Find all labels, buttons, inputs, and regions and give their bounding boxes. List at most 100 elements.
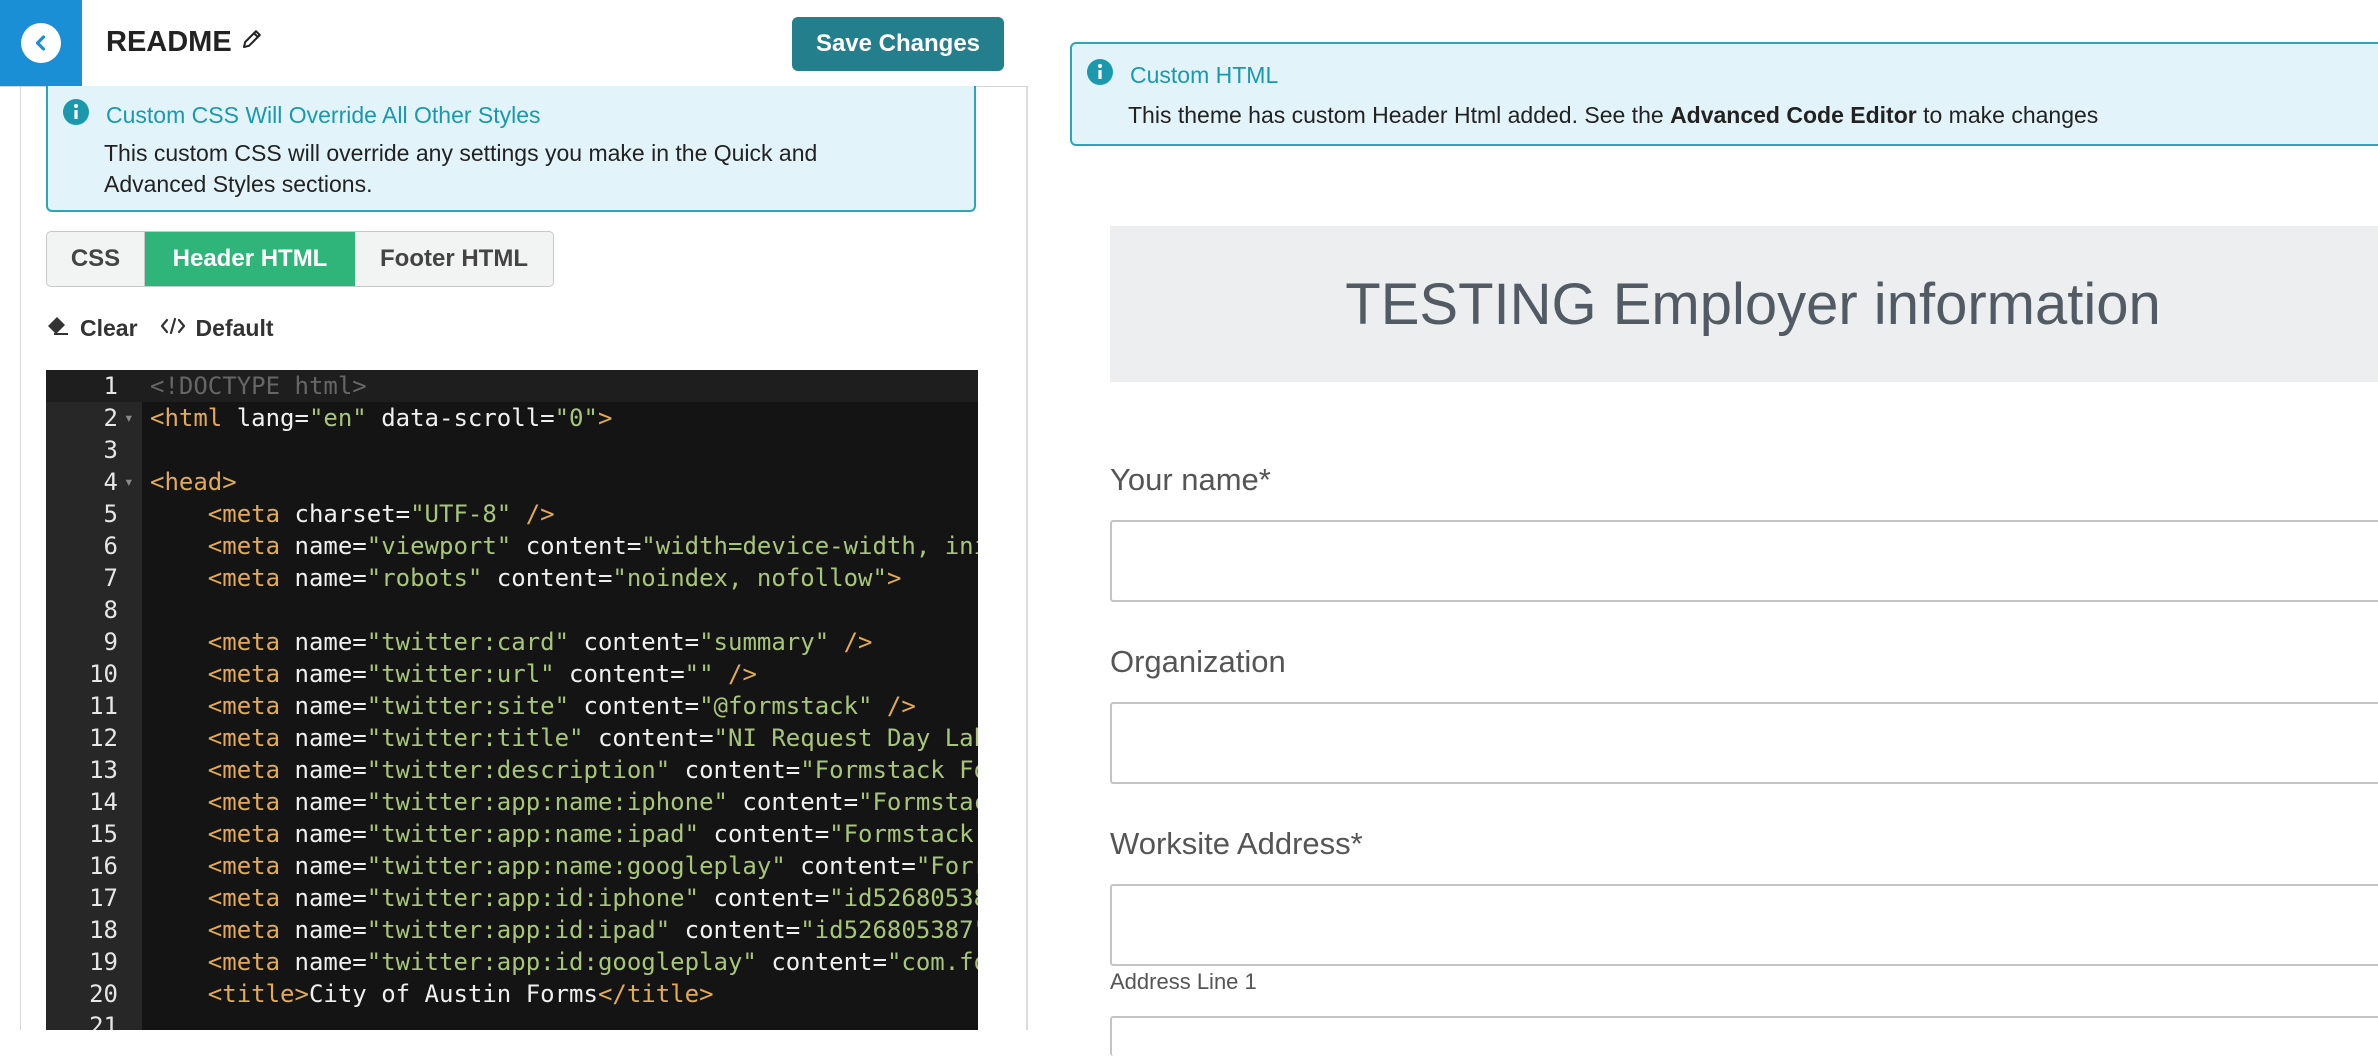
- code-token: charset=: [280, 500, 411, 528]
- code-line: 7 <meta name="robots" content="noindex, …: [46, 562, 978, 594]
- code-token: <!DOCTYPE html>: [150, 372, 367, 400]
- code-token: "summary": [699, 628, 830, 656]
- code-text: <meta name="twitter:url" content="" />: [150, 658, 757, 690]
- code-token: "twitter:description": [366, 756, 671, 784]
- tab-footer-html[interactable]: Footer HTML: [355, 232, 553, 286]
- code-line: 14 <meta name="twitter:app:name:iphone" …: [46, 786, 978, 818]
- code-token: "noindex, nofollow": [612, 564, 887, 592]
- code-line: 17 <meta name="twitter:app:id:iphone" co…: [46, 882, 978, 914]
- line-number: 20: [89, 980, 118, 1008]
- code-token: name=: [280, 948, 367, 976]
- chevron-left-icon: [21, 23, 61, 63]
- address-line-1-input[interactable]: [1110, 884, 2378, 966]
- code-token: name=: [280, 788, 367, 816]
- code-text: <meta name="twitter:app:name:ipad" conte…: [150, 818, 974, 850]
- code-token: <meta: [207, 852, 281, 880]
- field-label-text: Worksite Address: [1110, 826, 1351, 861]
- code-line: 4 ▾ <head>: [46, 466, 978, 498]
- pencil-icon[interactable]: [240, 26, 264, 59]
- css-override-alert: Custom CSS Will Override All Other Style…: [46, 86, 976, 212]
- code-line: 18 <meta name="twitter:app:id:ipad" cont…: [46, 914, 978, 946]
- line-number: 8: [103, 596, 118, 624]
- fold-arrow-icon[interactable]: ▾: [124, 402, 134, 434]
- alert-heading: Custom HTML: [1130, 62, 1279, 88]
- code-token: "Formstack Fo: [800, 756, 978, 784]
- line-number: 12: [89, 724, 118, 752]
- alert-heading: Custom CSS Will Override All Other Style…: [106, 102, 541, 128]
- code-tabs: CSS Header HTML Footer HTML: [46, 231, 554, 287]
- save-changes-button[interactable]: Save Changes: [792, 17, 1004, 71]
- code-icon: [160, 315, 186, 342]
- line-number: 21: [89, 1012, 118, 1030]
- code-token: <html: [150, 404, 223, 432]
- code-token: <title>: [207, 980, 309, 1008]
- code-token: content=: [727, 788, 859, 816]
- code-token: "twitter:url": [366, 660, 555, 688]
- code-token: <meta: [207, 532, 281, 560]
- clear-button[interactable]: Clear: [46, 314, 138, 342]
- code-text: <!DOCTYPE html>: [150, 370, 367, 402]
- default-button[interactable]: Default: [160, 315, 274, 342]
- code-token: name=: [280, 916, 367, 944]
- code-token: content=: [583, 724, 714, 752]
- code-text: <head>: [150, 466, 237, 498]
- code-token: "en": [308, 404, 367, 432]
- code-text: <meta name="twitter:title" content="NI R…: [150, 722, 978, 754]
- code-text: <meta charset="UTF-8" />: [150, 498, 555, 530]
- code-token: <meta: [207, 628, 281, 656]
- code-token: content=: [670, 916, 801, 944]
- code-line: 13 <meta name="twitter:description" cont…: [46, 754, 978, 786]
- code-line: 6 <meta name="viewport" content="width=d…: [46, 530, 978, 562]
- code-text: <meta name="twitter:card" content="summa…: [150, 626, 873, 658]
- code-token: content=: [569, 692, 700, 720]
- tab-css[interactable]: CSS: [47, 232, 145, 286]
- code-token: "UTF-8": [410, 500, 512, 528]
- line-number: 15: [89, 820, 118, 848]
- address-line-2-input[interactable]: [1110, 1016, 2378, 1056]
- code-token: "id52680538: [829, 884, 978, 912]
- code-line: 11 <meta name="twitter:site" content="@f…: [46, 690, 978, 722]
- line-number: 3: [103, 436, 118, 464]
- code-token: <meta: [207, 724, 281, 752]
- line-number: 9: [103, 628, 118, 656]
- code-token: data-scroll=: [366, 404, 555, 432]
- code-token: "twitter:app:id:googleplay": [366, 948, 757, 976]
- code-token: />: [829, 628, 873, 656]
- code-line: 2 ▾ <html lang="en" data-scroll="0">: [46, 402, 978, 434]
- code-token: "Forr: [915, 852, 978, 880]
- code-token: name=: [280, 756, 367, 784]
- back-button[interactable]: [0, 0, 82, 86]
- field-label-text: Organization: [1110, 644, 1286, 679]
- code-line: 12 <meta name="twitter:title" content="N…: [46, 722, 978, 754]
- line-number: 16: [89, 852, 118, 880]
- organization-input[interactable]: [1110, 702, 2378, 784]
- code-token: "0": [554, 404, 598, 432]
- alert-body-prefix: This theme has custom Header Html added.…: [1128, 102, 1671, 128]
- code-token: "@formstack": [699, 692, 873, 720]
- code-token: "": [684, 660, 714, 688]
- advanced-code-editor-link[interactable]: Advanced Code Editor: [1670, 102, 1917, 128]
- fold-arrow-icon[interactable]: ▾: [124, 466, 134, 498]
- tab-header-html[interactable]: Header HTML: [145, 232, 355, 286]
- code-token: name=: [280, 628, 367, 656]
- code-token: content=: [756, 948, 887, 976]
- line-number: 2: [103, 404, 118, 432]
- code-editor[interactable]: 1 <!DOCTYPE html> 2 ▾ <html lang="en" data-s…: [46, 370, 978, 1030]
- code-token: name=: [280, 884, 367, 912]
- code-token: "twitter:app:id:iphone": [366, 884, 700, 912]
- line-number: 1: [103, 372, 118, 400]
- code-text: <meta name="twitter:app:id:ipad" content…: [150, 914, 978, 946]
- your-name-input[interactable]: [1110, 520, 2378, 602]
- line-number: 14: [89, 788, 118, 816]
- field-label-your-name: Your name*: [1110, 462, 1271, 498]
- code-token: City of Austin Forms: [308, 980, 598, 1008]
- code-token: "twitter:site": [366, 692, 570, 720]
- code-text: <meta name="viewport" content="width=dev…: [150, 530, 978, 562]
